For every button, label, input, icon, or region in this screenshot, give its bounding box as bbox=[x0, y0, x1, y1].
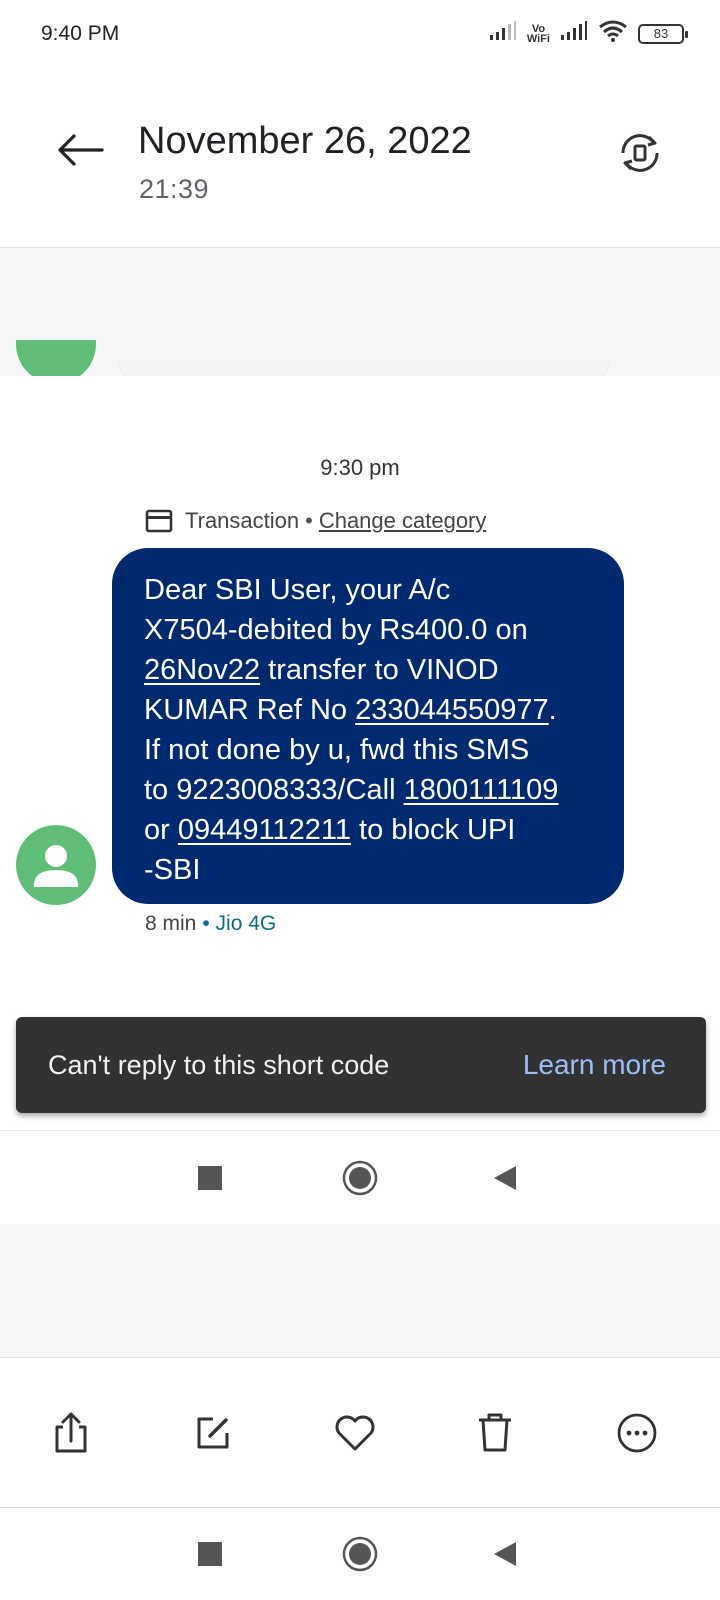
page-subtitle: 21:39 bbox=[139, 174, 210, 204]
wifi-icon bbox=[598, 20, 628, 47]
message-line: KUMAR Ref No 233044550977. bbox=[144, 690, 598, 730]
back-nav-button[interactable] bbox=[475, 1148, 535, 1208]
message-line: Dear SBI User, your A/c bbox=[144, 574, 451, 606]
message-line: 26Nov22 transfer to VINOD bbox=[144, 650, 598, 690]
back-nav-button[interactable] bbox=[475, 1524, 535, 1584]
message-line: or 09449112211 to block UPI bbox=[144, 810, 598, 850]
status-icons: Vo WiFi 83 bbox=[489, 20, 688, 47]
share-button[interactable] bbox=[46, 1408, 96, 1458]
message-text: to 9223008333/Call bbox=[144, 774, 404, 806]
square-icon bbox=[198, 1166, 222, 1190]
arrow-left-icon bbox=[58, 134, 104, 166]
battery-icon: 83 bbox=[638, 23, 688, 44]
status-time: 9:40 PM bbox=[41, 22, 120, 45]
status-bar: 9:40 PM Vo WiFi 83 bbox=[0, 0, 720, 70]
message-text: KUMAR Ref No bbox=[144, 694, 356, 726]
vowifi-icon: Vo WiFi bbox=[526, 22, 550, 45]
vowifi-bottom: WiFi bbox=[526, 32, 550, 45]
signal-icon-2 bbox=[560, 21, 588, 46]
sim-label: • Jio 4G bbox=[202, 912, 277, 935]
message-text: to block UPI bbox=[350, 814, 516, 846]
category-label: Transaction bbox=[185, 508, 300, 533]
learn-more-button[interactable]: Learn more bbox=[523, 1049, 666, 1081]
recents-button[interactable] bbox=[180, 1148, 240, 1208]
circle-icon bbox=[342, 1536, 378, 1572]
message-line: -SBI bbox=[144, 854, 201, 886]
message-text: . bbox=[548, 694, 557, 726]
top-gray-band bbox=[0, 248, 720, 376]
edit-button[interactable] bbox=[188, 1408, 238, 1458]
page-title: November 26, 2022 bbox=[138, 120, 472, 162]
message-timestamp: 9:30 pm bbox=[320, 455, 400, 480]
message-line: to 9223008333/Call 1800111109 bbox=[144, 770, 598, 810]
square-icon bbox=[198, 1542, 222, 1566]
share-icon bbox=[55, 1412, 87, 1453]
screen-rotation-icon bbox=[621, 134, 659, 172]
message-text: transfer to VINOD bbox=[260, 654, 499, 686]
message-line: If not done by u, fwd this SMS bbox=[144, 734, 530, 766]
category-row: Transaction • Change category bbox=[145, 508, 486, 534]
ref-number-link[interactable]: 233044550977 bbox=[355, 694, 549, 726]
rotate-button[interactable] bbox=[612, 125, 668, 181]
home-button[interactable] bbox=[330, 1148, 390, 1208]
more-horizontal-icon bbox=[617, 1413, 657, 1453]
change-category-link[interactable]: Change category bbox=[319, 508, 487, 534]
back-button[interactable] bbox=[50, 125, 110, 175]
snackbar-text: Can't reply to this short code bbox=[48, 1049, 390, 1080]
triangle-back-icon bbox=[494, 1166, 516, 1190]
phone-link-2[interactable]: 09449112211 bbox=[178, 814, 351, 846]
favorite-button[interactable] bbox=[330, 1408, 380, 1458]
system-navigation-bar bbox=[0, 1508, 720, 1600]
edit-icon bbox=[197, 1417, 229, 1449]
more-button[interactable] bbox=[612, 1408, 662, 1458]
message-line: X7504-debited by Rs400.0 on bbox=[144, 614, 528, 646]
heart-icon bbox=[335, 1415, 375, 1451]
message-meta: 8 min • Jio 4G bbox=[145, 912, 276, 936]
message-bubble[interactable]: Dear SBI User, your A/c X7504-debited by… bbox=[112, 548, 624, 904]
trash-icon bbox=[479, 1413, 511, 1452]
recents-button[interactable] bbox=[180, 1524, 240, 1584]
signal-icon bbox=[489, 21, 517, 46]
delete-button[interactable] bbox=[470, 1408, 520, 1458]
home-button[interactable] bbox=[330, 1524, 390, 1584]
credit-card-icon bbox=[145, 508, 175, 534]
circle-icon bbox=[342, 1160, 378, 1196]
triangle-back-icon bbox=[494, 1542, 516, 1566]
header: November 26, 2022 21:39 bbox=[0, 70, 720, 248]
message-age: 8 min bbox=[145, 912, 197, 935]
inner-navigation-bar bbox=[0, 1130, 720, 1224]
separator-dot: • bbox=[305, 508, 313, 533]
chat-divider bbox=[0, 376, 720, 386]
message-text: or bbox=[144, 814, 178, 846]
date-link[interactable]: 26Nov22 bbox=[144, 654, 260, 686]
person-icon bbox=[34, 845, 78, 887]
action-bar bbox=[0, 1358, 720, 1508]
sender-avatar[interactable] bbox=[16, 825, 96, 905]
bottom-gray-band bbox=[0, 1224, 720, 1358]
phone-link[interactable]: 1800111109 bbox=[404, 774, 559, 806]
snackbar: Can't reply to this short code Learn mor… bbox=[16, 1017, 706, 1113]
vowifi-top: Vo bbox=[531, 22, 546, 35]
sim-name: Jio 4G bbox=[215, 912, 277, 935]
